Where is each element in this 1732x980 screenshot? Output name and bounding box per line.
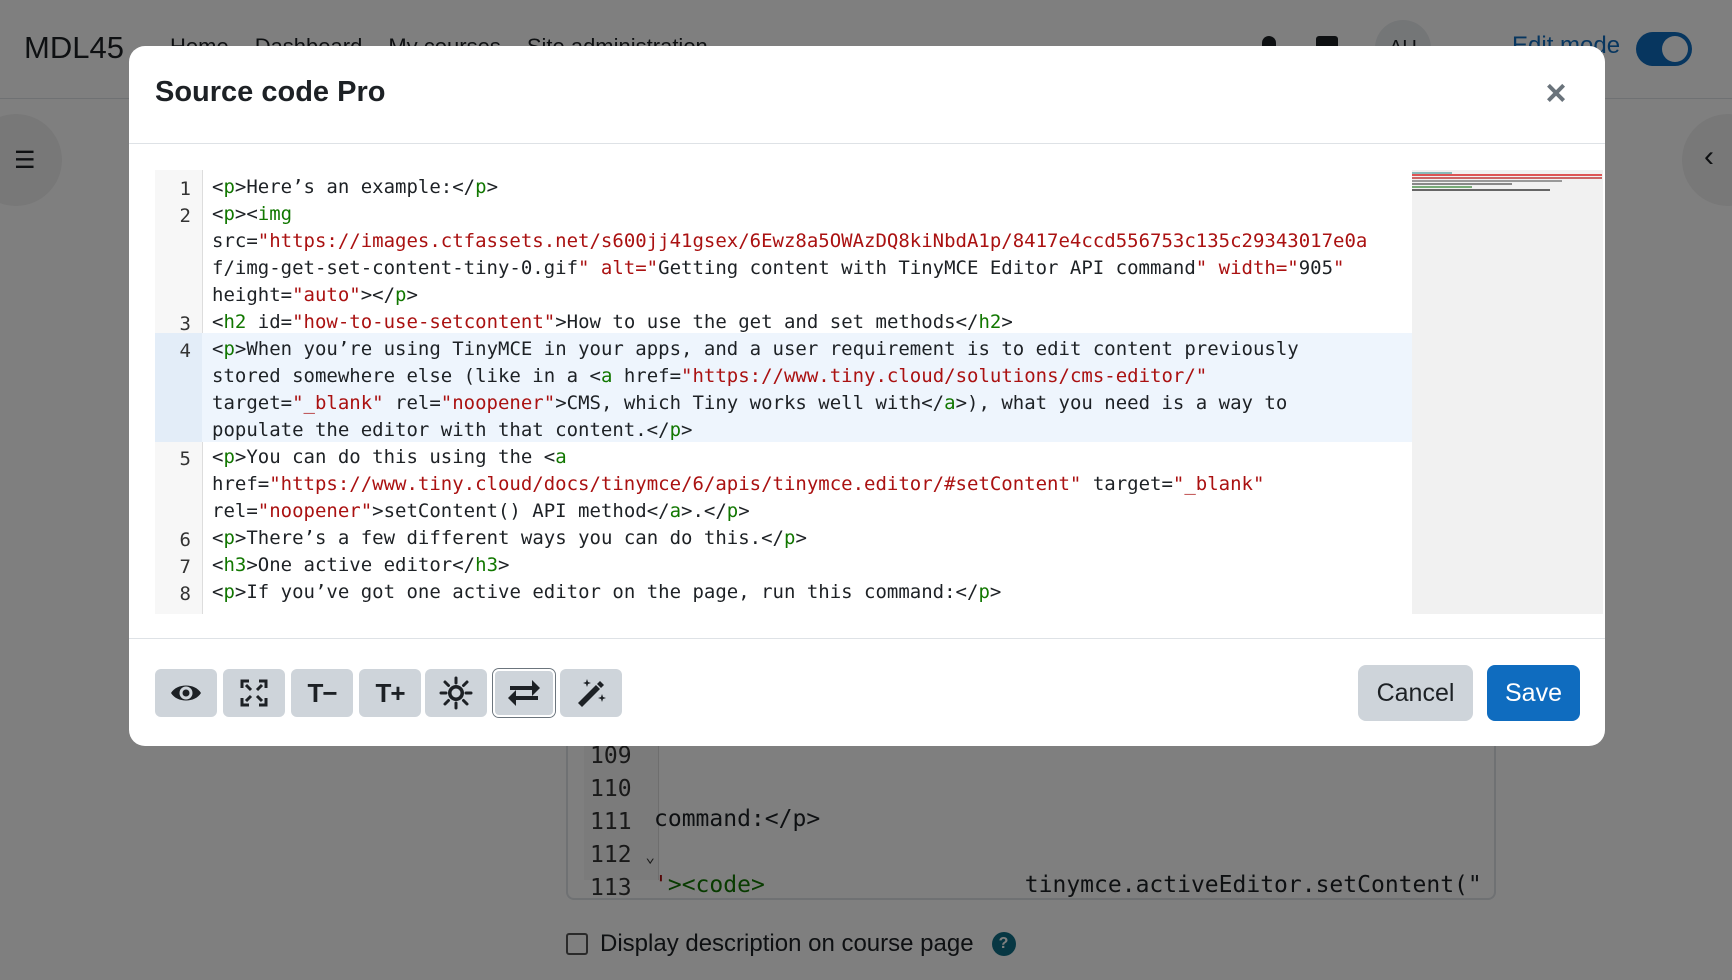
fullscreen-button[interactable] (223, 669, 285, 717)
code-content[interactable]: 1 2 3 4 5 6 7 8 <p>Here’s an example:</p… (155, 170, 1436, 614)
save-button[interactable]: Save (1487, 665, 1580, 721)
sun-icon (439, 676, 473, 710)
code-line-2a: <p><img (212, 203, 293, 225)
decrease-font-button[interactable]: T− (291, 669, 353, 717)
code-line-4a: <p>When you’re using TinyMCE in your app… (212, 338, 1299, 360)
minimap-line (1412, 183, 1512, 185)
code-line-2c: f/img-get-set-content-tiny-0.gif" alt="G… (212, 257, 1345, 279)
format-code-button[interactable] (560, 669, 622, 717)
modal-header: Source code Pro × (129, 46, 1605, 144)
code-line-2b: src="https://images.ctfassets.net/s600jj… (212, 230, 1368, 252)
wrap-toggle-button[interactable] (493, 669, 555, 717)
code-line-1: <p>Here’s an example:</p> (212, 176, 499, 198)
code-line-2d: height="auto"></p> (212, 284, 418, 306)
line-number: 3 (179, 313, 191, 335)
code-line-5a: <p>You can do this using the <a (212, 446, 567, 468)
line-number: 1 (179, 178, 191, 200)
code-line-4c: target="_blank" rel="noopener">CMS, whic… (212, 392, 1288, 414)
minimap-line (1412, 186, 1472, 188)
line-number: 6 (179, 529, 191, 551)
swap-arrows-icon (508, 680, 540, 706)
code-line-4d: populate the editor with that content.</… (212, 419, 693, 441)
code-line-5c: rel="noopener">setContent() API method</… (212, 500, 750, 522)
modal-title: Source code Pro (155, 76, 386, 108)
source-code-modal: Source code Pro × 1 2 3 4 5 6 7 8 <p>Her… (129, 46, 1605, 746)
minimap-line (1412, 174, 1602, 176)
line-number: 7 (179, 556, 191, 578)
code-line-5b: href="https://www.tiny.cloud/docs/tinymc… (212, 473, 1265, 495)
minimap-line (1412, 189, 1550, 191)
decrease-font-label: T− (307, 677, 337, 708)
minimap-line (1412, 180, 1562, 182)
code-line-7: <h3>One active editor</h3> (212, 554, 510, 576)
minimap-line (1412, 177, 1602, 179)
code-minimap[interactable] (1412, 170, 1603, 614)
code-line-3: <h2 id="how-to-use-setcontent">How to us… (212, 311, 1013, 333)
code-line-8: <p>If you’ve got one active editor on th… (212, 581, 1002, 603)
code-line-4b: stored somewhere else (like in a <a href… (212, 365, 1208, 387)
preview-button[interactable] (155, 669, 217, 717)
modal-footer: T− T+ Cancel Save (129, 638, 1605, 746)
line-number: 2 (179, 205, 191, 227)
close-icon[interactable]: × (1539, 75, 1573, 112)
line-number: 4 (179, 340, 191, 362)
code-line-6: <p>There’s a few different ways you can … (212, 527, 807, 549)
eye-icon (171, 685, 201, 701)
theme-toggle-button[interactable] (425, 669, 487, 717)
expand-icon (240, 679, 268, 707)
magic-wand-icon (578, 679, 606, 707)
cancel-button[interactable]: Cancel (1358, 665, 1473, 721)
line-number: 5 (179, 448, 191, 470)
line-number: 8 (179, 583, 191, 605)
increase-font-label: T+ (375, 677, 405, 708)
code-editor[interactable]: 1 2 3 4 5 6 7 8 <p>Here’s an example:</p… (155, 170, 1603, 614)
increase-font-button[interactable]: T+ (359, 669, 421, 717)
